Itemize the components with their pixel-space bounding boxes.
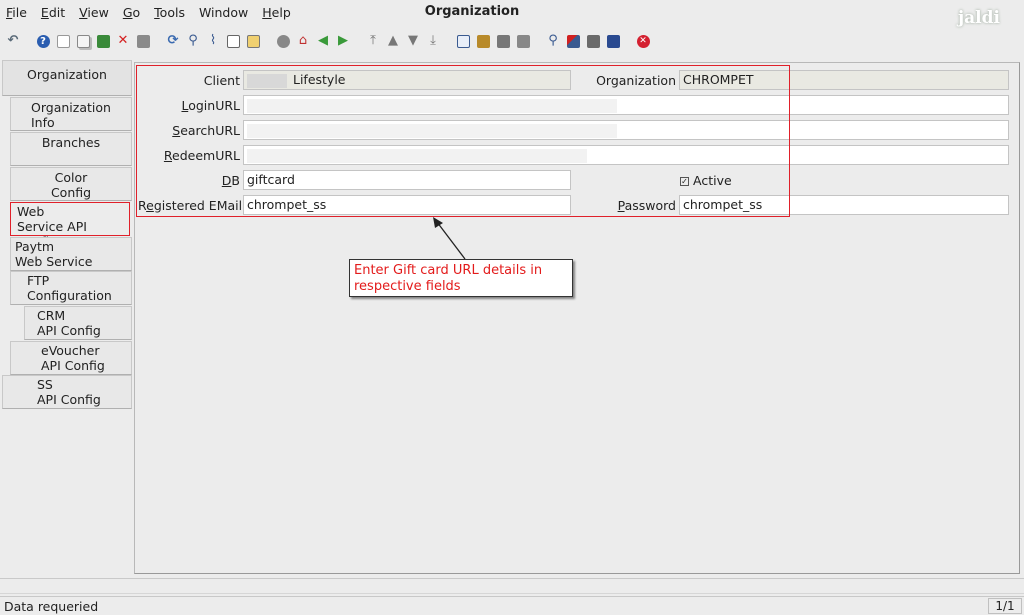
chat-icon[interactable] bbox=[225, 33, 241, 49]
undo-icon[interactable]: ↶ bbox=[5, 33, 21, 49]
refresh-icon[interactable]: ⟳ bbox=[165, 33, 181, 49]
forward-icon[interactable]: ▶ bbox=[335, 33, 351, 49]
archive-icon[interactable] bbox=[475, 33, 491, 49]
tab-crm-api-config[interactable]: CRM API Config bbox=[24, 306, 132, 340]
annotation-callout: Enter Gift card URL details in respectiv… bbox=[349, 259, 573, 297]
tab-color-config[interactable]: Color Config bbox=[10, 167, 132, 201]
delete-icon[interactable]: ✕ bbox=[115, 33, 131, 49]
tab-ftp-configuration[interactable]: FTP Configuration bbox=[10, 271, 132, 305]
tab-web-service-api-config[interactable]: Web Service API Config bbox=[10, 202, 130, 249]
annotation-arrow bbox=[433, 217, 466, 260]
tab-evoucher-api-config[interactable]: eVoucher API Config bbox=[10, 341, 132, 375]
copy-icon[interactable] bbox=[75, 33, 91, 49]
help-icon[interactable]: ? bbox=[35, 33, 51, 49]
find-icon[interactable]: ⚲ bbox=[185, 33, 201, 49]
toolbar: ↶ ? ✕ ⟳ ⚲ ⌇ ⌂ ◀ ▶ ⤒ ▲ ▼ ⤓ ⚲ ✕ bbox=[0, 28, 1024, 54]
new-icon[interactable] bbox=[55, 33, 71, 49]
tab-branches[interactable]: Branches bbox=[10, 132, 132, 166]
report-icon[interactable] bbox=[455, 33, 471, 49]
product-icon[interactable] bbox=[585, 33, 601, 49]
save-icon[interactable] bbox=[95, 33, 111, 49]
last-record-icon[interactable]: ⤓ bbox=[425, 33, 441, 49]
print-preview-icon[interactable] bbox=[135, 33, 151, 49]
calendar-icon[interactable] bbox=[245, 33, 261, 49]
separator bbox=[0, 578, 1024, 594]
print-setup-icon[interactable] bbox=[515, 33, 531, 49]
print-icon[interactable] bbox=[495, 33, 511, 49]
exit-icon[interactable]: ✕ bbox=[635, 33, 651, 49]
first-record-icon[interactable]: ⤒ bbox=[365, 33, 381, 49]
previous-record-icon[interactable]: ▲ bbox=[385, 33, 401, 49]
annotation-highlight-box bbox=[136, 65, 790, 217]
status-bar: Data requeried 1/1 bbox=[0, 596, 1024, 615]
back-icon[interactable]: ◀ bbox=[315, 33, 331, 49]
request-icon[interactable] bbox=[605, 33, 621, 49]
tab-organization-info[interactable]: Organization Info bbox=[10, 97, 132, 131]
workflow-icon[interactable] bbox=[565, 33, 581, 49]
home-icon[interactable]: ⌂ bbox=[295, 33, 311, 49]
history-icon[interactable] bbox=[275, 33, 291, 49]
window-title: Organization bbox=[424, 4, 520, 19]
tab-paytm-web-service-config[interactable]: Paytm Web Service Config bbox=[10, 237, 132, 284]
record-pager[interactable]: 1/1 bbox=[988, 598, 1022, 614]
zoom-icon[interactable]: ⚲ bbox=[545, 33, 561, 49]
status-message: Data requeried bbox=[4, 599, 99, 614]
tab-ss-api-config[interactable]: SS API Config bbox=[2, 375, 132, 409]
next-record-icon[interactable]: ▼ bbox=[405, 33, 421, 49]
tab-organization[interactable]: Organization bbox=[2, 60, 132, 96]
tab-sidebar: Organization Organization Info Branches … bbox=[2, 60, 132, 575]
attachment-icon[interactable]: ⌇ bbox=[205, 33, 221, 49]
